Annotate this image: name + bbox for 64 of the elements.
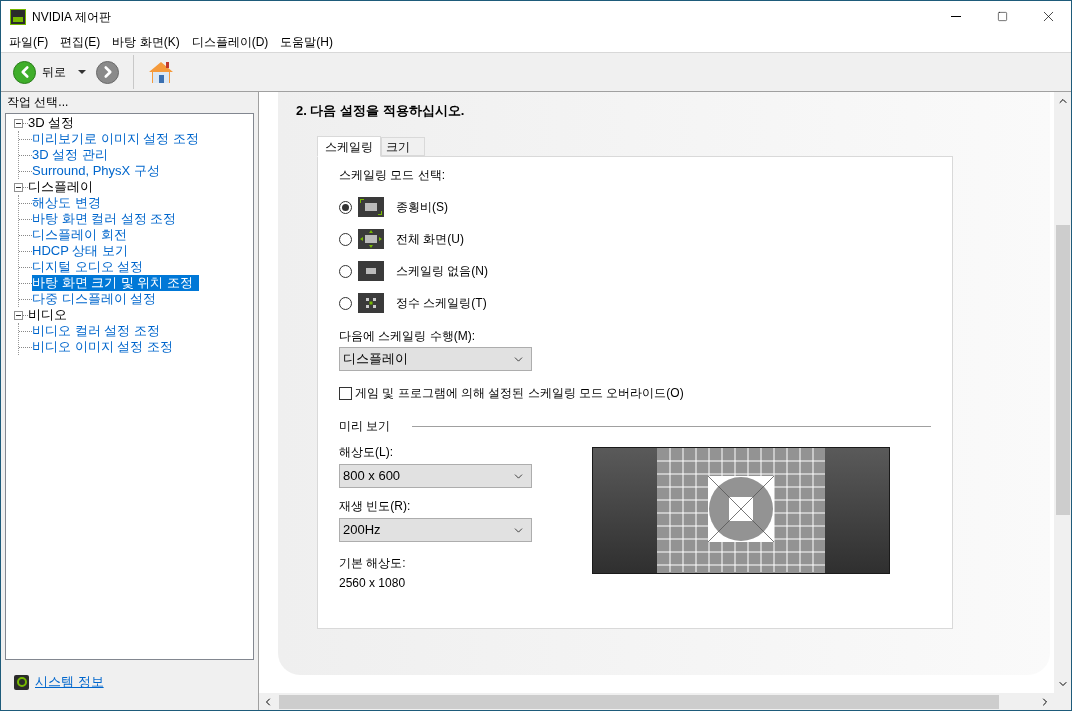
scaling-mode-icon: [358, 197, 384, 217]
scroll-thumb[interactable]: [279, 694, 999, 709]
dropdown[interactable]: 디스플레이: [339, 347, 532, 371]
caret-icon[interactable]: [78, 70, 86, 74]
scaling-mode-icon: [358, 229, 384, 249]
minimize-icon: [951, 16, 961, 17]
tree-item[interactable]: 바탕 화면 크기 및 위치 조정: [32, 275, 200, 291]
field-label: 기본 해상도:: [339, 555, 407, 572]
radio-label[interactable]: 전체 화면(U): [396, 230, 464, 248]
menu-item[interactable]: 파일(F): [3, 33, 55, 51]
collapse-toggle[interactable]: [14, 310, 23, 320]
vertical-scrollbar[interactable]: [1054, 92, 1071, 693]
checkbox[interactable]: [339, 386, 352, 400]
tree-item[interactable]: 다중 디스플레이 설정: [32, 291, 157, 307]
home-icon[interactable]: [148, 60, 174, 84]
tree-group-label[interactable]: 3D 설정: [28, 115, 75, 131]
sidebar-heading: 작업 선택...: [7, 94, 70, 111]
radio-button[interactable]: [339, 296, 352, 310]
radio-label[interactable]: 정수 스케일링(T): [396, 294, 487, 312]
scroll-thumb[interactable]: [1055, 225, 1070, 515]
tree-item[interactable]: 3D 설정 관리: [32, 147, 108, 163]
tree-item[interactable]: 비디오 이미지 설정 조정: [32, 339, 173, 355]
maximize-icon: [996, 11, 1008, 22]
tree-item[interactable]: 디지털 오디오 설정: [32, 259, 144, 275]
info-icon: [14, 674, 29, 690]
tab[interactable]: 스케일링: [317, 136, 381, 157]
dropdown[interactable]: 800 x 600: [339, 464, 532, 488]
section-label: 스케일링 모드 선택:: [339, 167, 446, 184]
tree-item[interactable]: 미리보기로 이미지 설정 조정: [32, 131, 199, 147]
menu-item[interactable]: 디스플레이(D): [185, 33, 275, 51]
radio-button[interactable]: [339, 200, 352, 214]
menu-item[interactable]: 바탕 화면(K): [106, 33, 186, 51]
field-label: 다음에 스케일링 수행(M):: [339, 328, 476, 345]
scaling-mode-icon: [358, 261, 384, 281]
tree-item[interactable]: 디스플레이 회전: [32, 227, 127, 243]
collapse-toggle[interactable]: [14, 182, 23, 192]
native-resolution-value: 2560 x 1080: [339, 575, 407, 592]
tree-item[interactable]: HDCP 상태 보기: [32, 243, 128, 259]
tab[interactable]: 크기: [381, 137, 425, 156]
tree-item[interactable]: Surround, PhysX 구성: [32, 163, 160, 179]
tree-item[interactable]: 해상도 변경: [32, 195, 101, 211]
back-button[interactable]: 뒤로: [13, 60, 66, 84]
app-icon: [10, 8, 26, 25]
dropdown[interactable]: 200Hz: [339, 518, 532, 542]
group-label: 미리 보기: [339, 418, 391, 435]
checkbox-label[interactable]: 게임 및 프로그램에 의해 설정된 스케일링 모드 오버라이드(O): [355, 384, 684, 402]
radio-label[interactable]: 스케일링 없음(N): [396, 262, 488, 280]
step-heading: 2. 다음 설정을 적용하십시오.: [296, 102, 466, 120]
tree-item[interactable]: 비디오 컬러 설정 조정: [32, 323, 160, 339]
menu-item[interactable]: 편집(E): [54, 33, 107, 51]
field-label: 해상도(L):: [339, 444, 394, 461]
system-info-link[interactable]: 시스템 정보: [35, 672, 104, 692]
tree-group-label[interactable]: 비디오: [28, 307, 67, 323]
horizontal-scrollbar[interactable]: [259, 693, 1071, 710]
window-title: NVIDIA 제어판: [32, 8, 111, 26]
tree-item[interactable]: 바탕 화면 컬러 설정 조정: [32, 211, 177, 227]
scaling-mode-icon: [358, 293, 384, 313]
menu-item[interactable]: 도움말(H): [274, 33, 339, 51]
tree-group-label[interactable]: 디스플레이: [28, 179, 93, 195]
radio-button[interactable]: [339, 232, 352, 246]
field-label: 재생 빈도(R):: [339, 498, 412, 515]
collapse-toggle[interactable]: [14, 118, 23, 128]
radio-button[interactable]: [339, 264, 352, 278]
radio-label[interactable]: 종횡비(S): [396, 198, 448, 216]
